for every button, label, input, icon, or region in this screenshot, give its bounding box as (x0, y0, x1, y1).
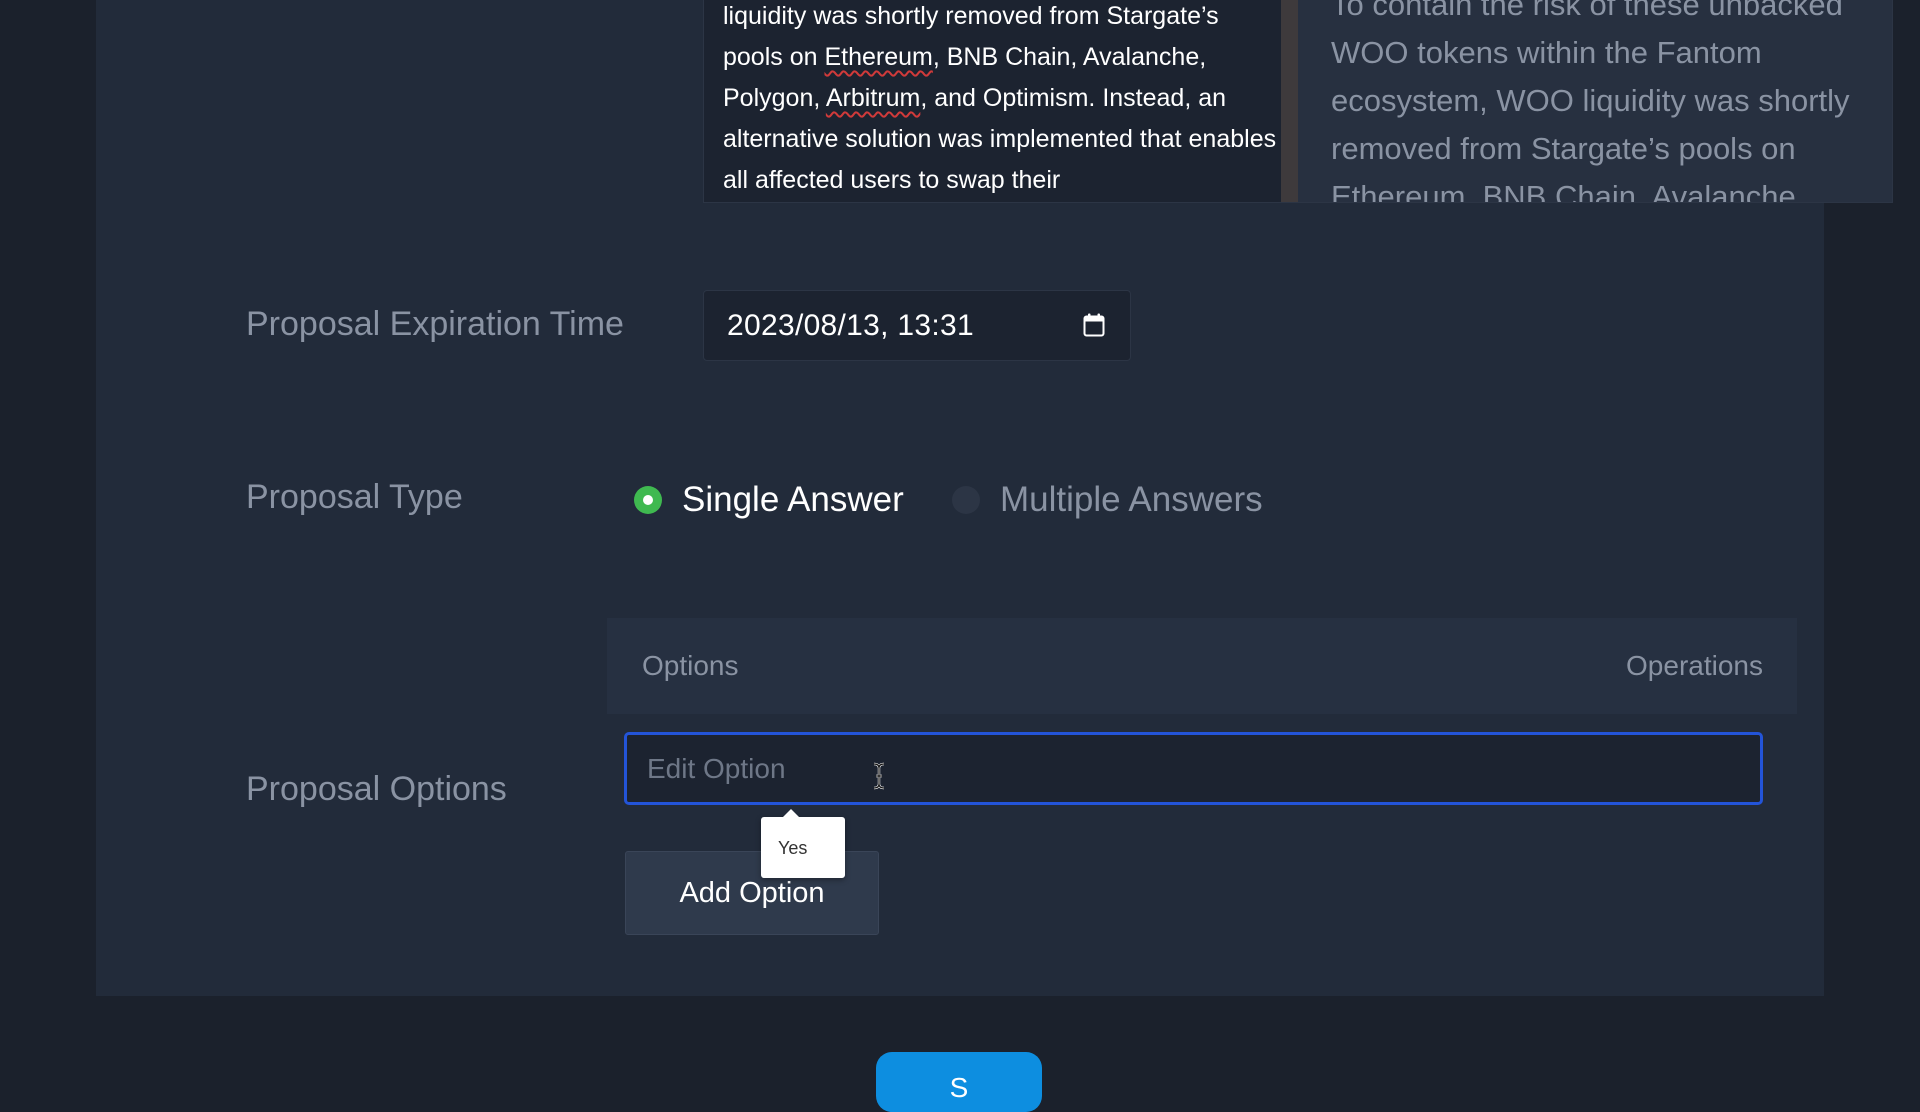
radio-unselected-icon[interactable] (952, 486, 980, 514)
options-column-header: Options (642, 650, 739, 681)
radio-selected-icon[interactable] (634, 486, 662, 514)
radio-single-answer-label: Single Answer (682, 480, 904, 519)
editor-splitter[interactable] (1281, 0, 1298, 202)
proposal-type-label: Proposal Type (246, 478, 463, 516)
expiration-date-value: 2023/08/13, 13:31 (727, 309, 974, 342)
submit-button[interactable]: S (876, 1052, 1042, 1112)
description-preview-text: To contain the risk of these unbacked WO… (1331, 0, 1850, 203)
options-table-header: Options Operations (607, 618, 1797, 714)
option-tooltip-text: Yes (778, 838, 808, 858)
expiration-date-input[interactable]: 2023/08/13, 13:31 (703, 290, 1131, 361)
description-editor: liquidity was shortly removed from Starg… (703, 0, 1893, 203)
edit-option-input[interactable] (624, 732, 1763, 805)
misspelled-word: Arbitrum (825, 84, 921, 112)
description-preview: To contain the risk of these unbacked WO… (1298, 0, 1892, 203)
proposal-form-panel: liquidity was shortly removed from Starg… (96, 0, 1893, 996)
proposal-options-label: Proposal Options (246, 770, 507, 808)
radio-multiple-answers-label: Multiple Answers (1000, 480, 1263, 519)
option-tooltip: Yes (761, 809, 845, 878)
radio-multiple-answers[interactable]: Multiple Answers (952, 478, 1263, 522)
misspelled-word: Ethereum (824, 43, 933, 71)
operations-column-header: Operations (1626, 650, 1763, 681)
calendar-icon[interactable] (1083, 313, 1105, 337)
text-cursor-icon (873, 762, 885, 790)
description-textarea[interactable]: liquidity was shortly removed from Starg… (723, 0, 1278, 202)
description-editor-text: liquidity was shortly removed from Starg… (723, 0, 1278, 201)
radio-single-answer[interactable]: Single Answer (634, 478, 904, 522)
expiration-time-label: Proposal Expiration Time (246, 305, 624, 343)
